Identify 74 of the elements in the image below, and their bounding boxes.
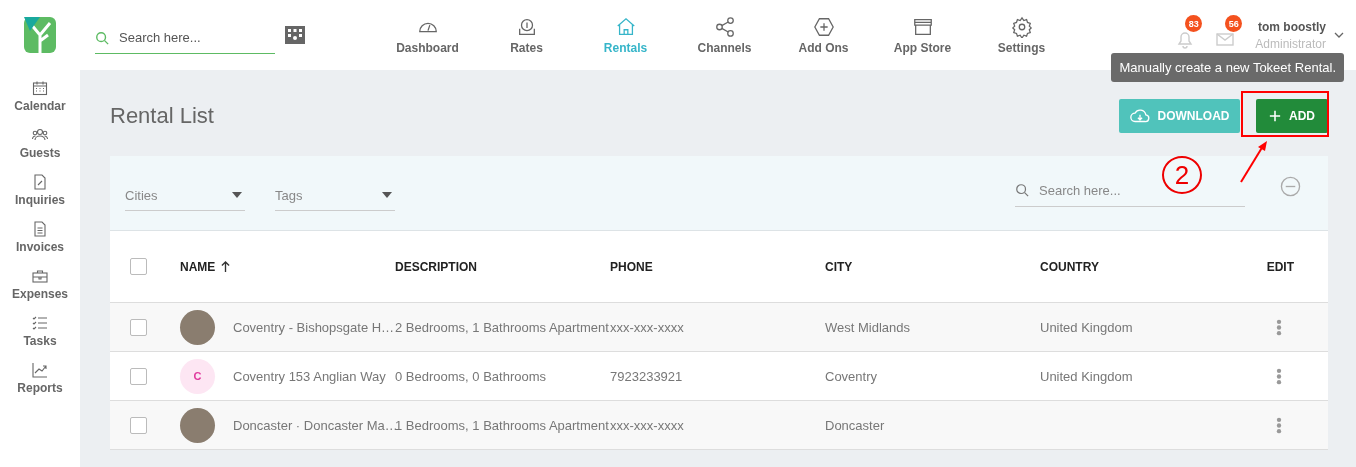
sidebar-item[interactable]: Inquiries: [15, 174, 65, 207]
tags-dropdown[interactable]: Tags: [275, 180, 395, 211]
share-icon[interactable]: [713, 15, 736, 38]
table-cell: 2 Bedrooms, 1 Bathrooms Apartment: [395, 319, 610, 335]
column-header[interactable]: CITY: [825, 259, 1040, 274]
table-cell-text: 0 Bedrooms, 0 Bathrooms: [395, 368, 548, 384]
sidebar-item[interactable]: Guests: [19, 127, 61, 160]
column-header[interactable]: NAME: [180, 259, 395, 274]
user-name[interactable]: tom boostly: [1258, 19, 1326, 34]
search-icon[interactable]: [95, 30, 109, 45]
user-role: Administrator: [1255, 36, 1326, 51]
settings-icon[interactable]: [1010, 15, 1033, 38]
photo-placeholder: [180, 407, 215, 443]
letter-avatar: C: [180, 358, 215, 394]
photo-placeholder: [180, 309, 215, 345]
chart-icon[interactable]: [32, 362, 48, 378]
table-cell-text: xxx-xxx-xxxx: [610, 417, 685, 433]
cloud-download-icon[interactable]: [1129, 108, 1150, 124]
people-icon[interactable]: [32, 127, 48, 143]
home-icon[interactable]: [614, 15, 637, 38]
row-checkbox[interactable]: [130, 318, 147, 336]
search-field[interactable]: Search here...: [117, 29, 261, 46]
more-icon[interactable]: [1276, 318, 1282, 336]
more-icon[interactable]: [1276, 416, 1282, 434]
table-cell: 1 Bedrooms, 1 Bathrooms Apartment: [395, 417, 610, 433]
column-header[interactable]: PHONE: [610, 259, 825, 274]
sidebar-item[interactable]: Invoices: [16, 221, 64, 254]
document-icon[interactable]: [32, 221, 48, 237]
tooltip: Manually create a new Tokeet Rental.: [1111, 53, 1344, 82]
rental-name[interactable]: Coventry - Bishopsgate H…: [233, 319, 395, 335]
notification-badge: 83: [1185, 15, 1203, 32]
table-cell-text: West Midlands: [825, 319, 911, 335]
search-icon[interactable]: [1015, 183, 1029, 197]
rental-name[interactable]: Coventry 153 Anglian Way: [233, 368, 386, 384]
row-checkbox[interactable]: [130, 367, 147, 385]
chevron-down-icon[interactable]: [1334, 32, 1344, 38]
logo-icon: [24, 17, 56, 53]
sidebar-item[interactable]: Tasks: [23, 315, 57, 348]
collapse-icon[interactable]: [1280, 176, 1301, 197]
more-icon[interactable]: [1276, 367, 1282, 385]
nav-tab[interactable]: Settings: [972, 15, 1071, 55]
sort-arrow-icon[interactable]: [221, 261, 231, 272]
plus-hexagon-icon[interactable]: [812, 15, 835, 38]
table-cell-text: Doncaster: [825, 417, 886, 433]
table-cell: United Kingdom: [1040, 320, 1133, 335]
table-cell-text: xxx-xxx-xxxx: [610, 319, 685, 335]
table-cell: United Kingdom: [1040, 369, 1133, 384]
plus-icon[interactable]: [1269, 110, 1281, 122]
nav-tab[interactable]: Dashboard: [378, 15, 477, 55]
step-number: 2: [1162, 156, 1202, 194]
calendar-icon[interactable]: [32, 80, 48, 96]
column-header[interactable]: EDIT: [1266, 259, 1294, 274]
nav-tab[interactable]: Channels: [675, 15, 774, 55]
checklist-icon[interactable]: [32, 315, 48, 331]
cities-dropdown[interactable]: Cities: [125, 180, 245, 211]
briefcase-icon[interactable]: [32, 268, 48, 284]
column-header[interactable]: COUNTRY: [1040, 259, 1255, 274]
sidebar-item[interactable]: Reports: [17, 362, 63, 395]
page-title: Rental List: [110, 103, 214, 129]
sidebar-item[interactable]: Expenses: [11, 268, 68, 301]
nav-tab[interactable]: Add Ons: [774, 15, 873, 55]
nav-tab[interactable]: Rates: [477, 15, 576, 55]
row-checkbox[interactable]: [130, 416, 147, 434]
sidebar-item[interactable]: Calendar: [14, 80, 66, 113]
document-pen-icon[interactable]: [32, 174, 48, 190]
column-header[interactable]: DESCRIPTION: [395, 259, 610, 274]
nav-tab[interactable]: App Store: [873, 15, 972, 55]
pointer-arrow: [1239, 140, 1269, 184]
select-all-checkbox[interactable]: [130, 258, 147, 275]
table-cell-text: Coventry: [825, 368, 879, 384]
table-cell-text: 7923233921: [610, 368, 684, 384]
message-badge: 56: [1225, 15, 1243, 32]
add-button[interactable]: ADD: [1256, 99, 1328, 133]
building-icon[interactable]: [285, 26, 305, 44]
